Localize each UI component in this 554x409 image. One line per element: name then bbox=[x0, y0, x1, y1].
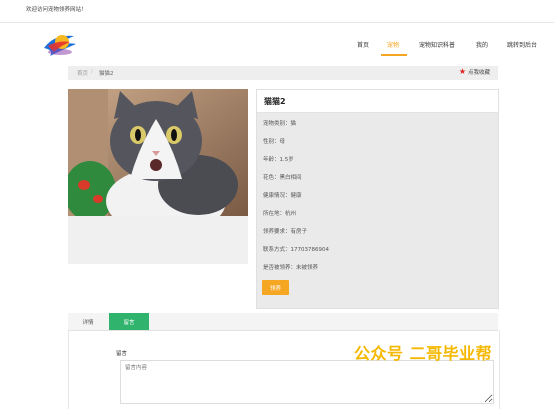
comment-label: 留言 bbox=[116, 351, 128, 357]
favorite-button[interactable]: ★ 点我收藏 bbox=[458, 67, 490, 77]
pet-title-box: 猫猫2 bbox=[257, 90, 498, 113]
nav-item-pets[interactable]: 宠物 bbox=[387, 40, 399, 49]
breadcrumb-current: 猫猫2 bbox=[99, 71, 114, 77]
pet-info-row: 所在地：杭州 bbox=[263, 211, 297, 217]
nav-item-mine[interactable]: 我的 bbox=[476, 40, 488, 49]
adopt-button[interactable]: 领养 bbox=[262, 280, 289, 295]
pet-info-row: 是否被领养：未被领养 bbox=[263, 265, 319, 271]
pet-info-panel: 猫猫2 宠物类别：猫 性别：母 年龄：1.5岁 花色：黑白相间 健康情况：健康 … bbox=[256, 89, 499, 309]
main-nav: 首页 宠物 宠物知识科普 我的 跳转到后台 bbox=[340, 40, 554, 54]
pet-info-row: 联系方式：17703786904 bbox=[263, 247, 329, 253]
pet-info-row: 年龄：1.5岁 bbox=[263, 157, 294, 163]
favorite-label: 点我收藏 bbox=[467, 70, 490, 76]
nav-item-home[interactable]: 首页 bbox=[357, 40, 369, 49]
welcome-text: 欢迎访问宠物领养网站！ bbox=[26, 7, 87, 13]
nav-active-indicator bbox=[381, 54, 407, 56]
nav-item-knowledge[interactable]: 宠物知识科普 bbox=[419, 40, 455, 49]
pet-info-row: 健康情况：健康 bbox=[263, 193, 302, 199]
top-bar: 欢迎访问宠物领养网站！ bbox=[0, 0, 554, 23]
watermark-text: 公众号 二哥毕业帮 bbox=[354, 344, 493, 363]
pet-info-row: 花色：黑白相间 bbox=[263, 175, 302, 181]
pet-info-row: 领养要求：有房子 bbox=[263, 229, 308, 235]
pet-photo bbox=[68, 89, 248, 216]
pet-info-row: 性别：母 bbox=[263, 139, 286, 145]
nav-item-admin[interactable]: 跳转到后台 bbox=[507, 40, 537, 49]
logo-icon bbox=[44, 35, 76, 56]
site-logo[interactable] bbox=[40, 26, 80, 60]
tab-comments[interactable]: 留言 bbox=[109, 313, 149, 330]
star-icon: ★ bbox=[458, 67, 466, 76]
breadcrumb-home[interactable]: 首页 bbox=[77, 69, 88, 77]
detail-tabs: 详情 留言 bbox=[68, 313, 498, 331]
comment-input[interactable] bbox=[120, 360, 494, 404]
pet-title: 猫猫2 bbox=[264, 97, 286, 106]
photo-placeholder bbox=[68, 216, 248, 264]
cat-photo-image bbox=[68, 89, 248, 216]
breadcrumb: 首页 / 猫猫2 ★ 点我收藏 bbox=[68, 66, 498, 80]
breadcrumb-separator: / bbox=[91, 69, 93, 75]
pet-info-row: 宠物类别：猫 bbox=[263, 121, 297, 127]
tab-details[interactable]: 详情 bbox=[68, 313, 108, 330]
